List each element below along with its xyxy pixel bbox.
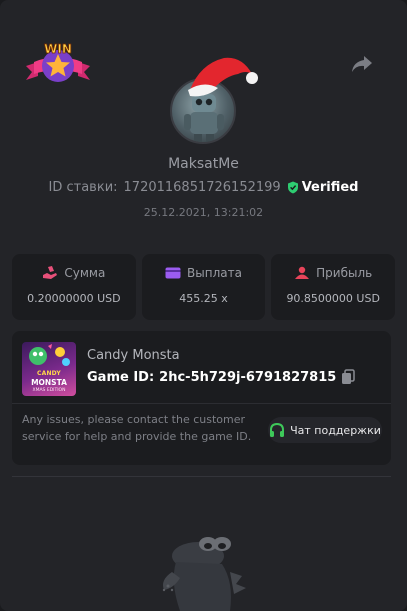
stat-amount-value: 0.20000000 USD [27,292,121,305]
stats-row: Сумма 0.20000000 USD Выплата 455.25 x Пр… [12,254,396,320]
game-info-panel: CANDY MONSTA XMAS EDITION Candy Monsta G… [12,331,391,465]
wallet-card-icon [165,267,181,279]
game-thumbnail[interactable]: CANDY MONSTA XMAS EDITION [22,342,76,396]
stat-profit-value: 90.8500000 USD [286,292,380,305]
section-divider [12,476,391,477]
santa-hat-icon [188,57,258,97]
bet-details-card: WIN MaksatMe ID ставки: 1720116851726152… [0,0,407,611]
share-icon[interactable] [350,54,374,74]
shield-check-icon [287,181,298,194]
win-badge-icon: WIN [26,42,90,82]
candy-monster-art-icon [29,344,70,366]
stat-profit-label: Прибыль [316,266,373,280]
support-chat-label: Чат поддержки [290,423,381,437]
stat-amount: Сумма 0.20000000 USD [12,254,136,320]
thumb-line-3: XMAS EDITION [32,388,66,393]
headset-icon [270,422,285,437]
win-badge-text: WIN [44,42,72,56]
copy-icon[interactable] [341,369,356,385]
divider [12,403,391,404]
stat-payout-label: Выплата [187,266,242,280]
stat-payout: Выплата 455.25 x [141,254,266,320]
game-id-row: Game ID: 2hc-5h729j-6791827815 [87,369,356,385]
stat-payout-value: 455.25 x [179,292,228,305]
bet-id-value: 1720116851726152199 [123,180,281,195]
thumb-line-2: MONSTA [31,378,67,387]
verified-badge: Verified [287,180,359,195]
bet-date: 25.12.2021, 13:21:02 [143,206,264,219]
money-hand-icon [43,266,58,279]
support-message: Any issues, please contact the customer … [22,413,252,443]
profit-person-icon [295,266,310,279]
username: MaksatMe [168,156,239,172]
thumb-line-1: CANDY [37,370,61,377]
bet-id-label: ID ставки: [48,180,118,195]
stat-amount-label: Сумма [64,266,106,280]
verified-label: Verified [301,180,359,195]
avatar-container [166,57,258,146]
game-id-value: 2hc-5h729j-6791827815 [159,369,337,385]
crocodile-mascot-icon [162,537,246,611]
bet-id-row: ID ставки: 1720116851726152199 Verified [0,180,407,195]
support-chat-button[interactable]: Чат поддержки [268,417,382,443]
stat-profit: Прибыль 90.8500000 USD [271,254,396,320]
game-id-label: Game ID: [87,369,155,385]
game-title[interactable]: Candy Monsta [87,348,180,363]
